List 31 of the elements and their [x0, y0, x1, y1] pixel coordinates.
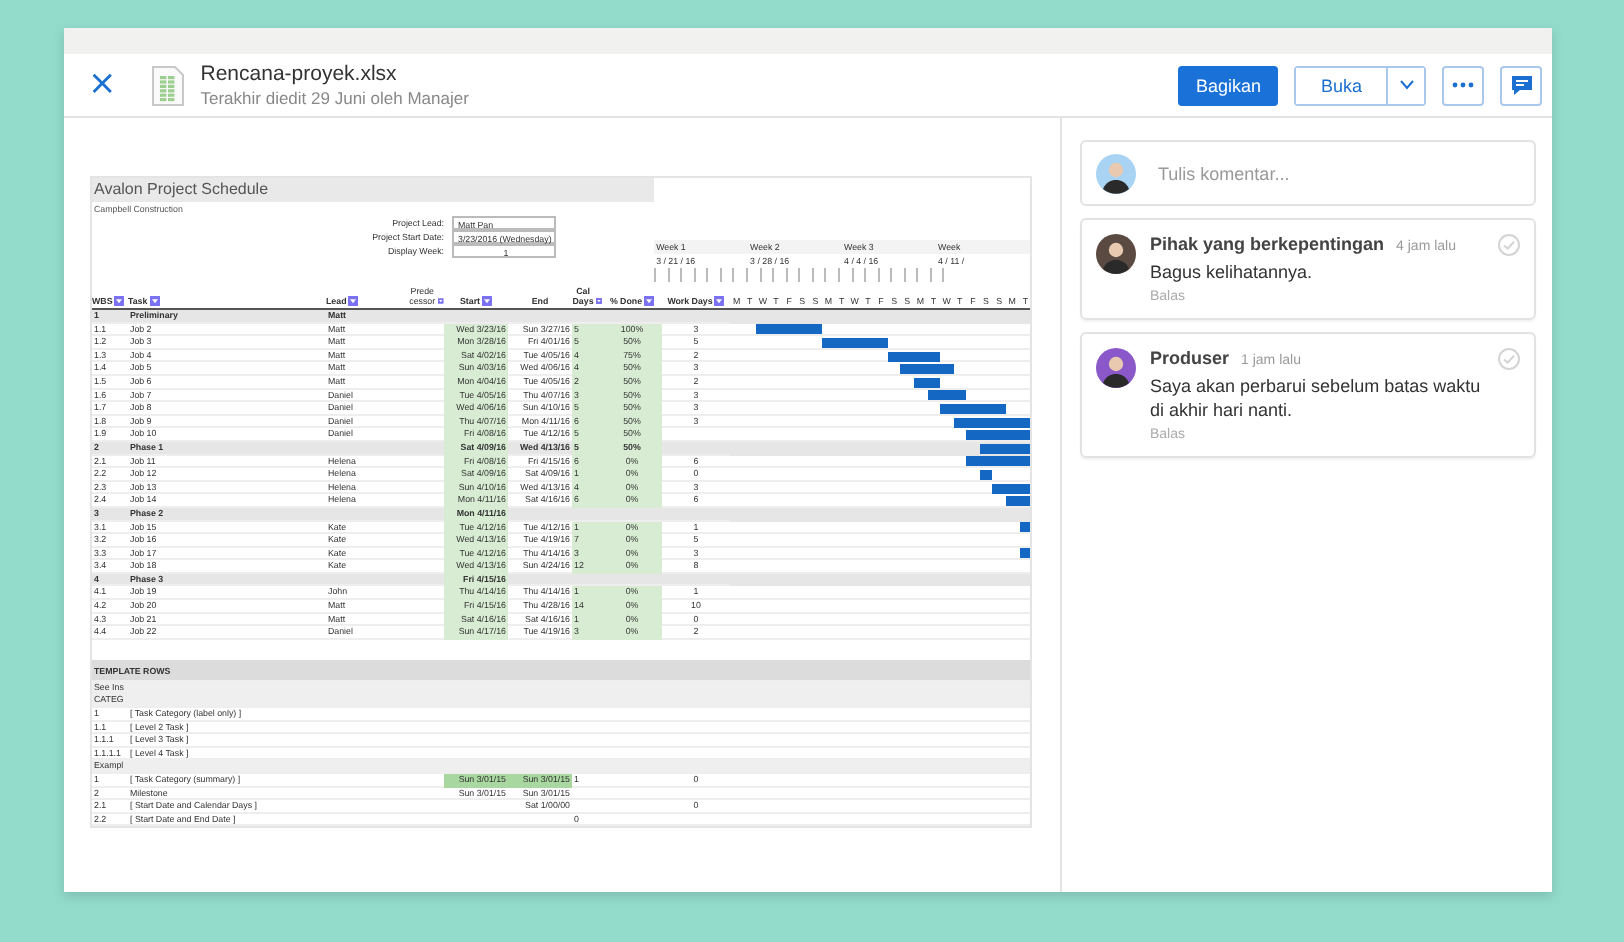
- more-icon: [1452, 82, 1474, 88]
- filter-icon[interactable]: [714, 296, 725, 306]
- comment-text: Bagus kelihatannya.: [1150, 260, 1315, 284]
- filter-icon[interactable]: [482, 296, 492, 306]
- filter-icon[interactable]: [348, 296, 359, 306]
- open-button[interactable]: Buka: [1296, 67, 1388, 103]
- comment-author: Pihak yang berkepentingan: [1150, 234, 1385, 254]
- more-button[interactable]: [1442, 65, 1484, 105]
- comment-icon: [1509, 74, 1533, 96]
- avatar: [1096, 234, 1136, 274]
- check-circle-icon: [1498, 234, 1520, 256]
- file-name: Rencana-proyek.xlsx: [200, 62, 399, 86]
- filter-icon[interactable]: [596, 296, 602, 306]
- filter-icon[interactable]: [438, 296, 444, 306]
- sheet-title: Avalon Project Schedule: [92, 178, 655, 202]
- comment-field[interactable]: Tulis komentar...: [1080, 140, 1536, 206]
- comments-button[interactable]: [1500, 65, 1542, 105]
- spreadsheet-file-icon: [152, 65, 185, 105]
- check-circle-icon: [1498, 348, 1520, 370]
- comment-text: Saya akan perbarui sebelum batas waktu di akhir hari nanti.: [1150, 374, 1483, 422]
- last-edited-text: Terakhir diedit 29 Juni oleh Manajer: [200, 88, 471, 108]
- close-button[interactable]: ×: [80, 68, 125, 102]
- gantt-bar: [1019, 522, 1030, 533]
- share-button[interactable]: Bagikan: [1177, 65, 1279, 105]
- caret-icon: [1399, 80, 1413, 90]
- filter-icon[interactable]: [644, 296, 655, 306]
- avatar: [1096, 348, 1136, 388]
- filter-icon[interactable]: [149, 296, 160, 306]
- comment-author: Produser: [1150, 348, 1230, 368]
- avatar: [1096, 153, 1136, 193]
- filter-icon[interactable]: [114, 296, 125, 306]
